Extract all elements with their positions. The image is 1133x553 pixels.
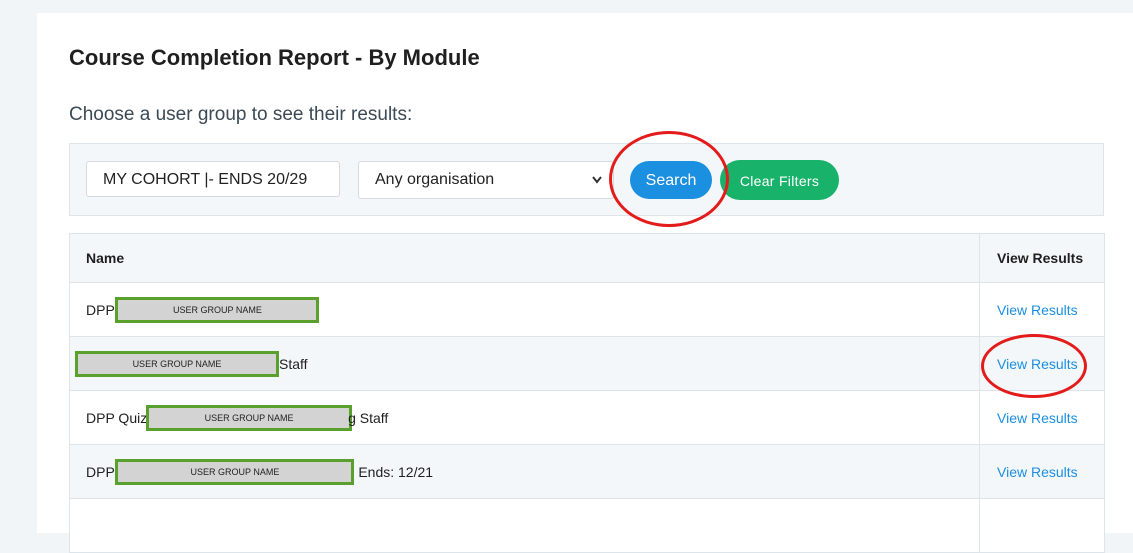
row-name-cell: DPP Quiz USER GROUP NAME g Staff — [86, 391, 388, 444]
table-header-row: Name View Results — [70, 234, 1104, 283]
table-row: DPP Quiz USER GROUP NAME g Staff View Re… — [70, 391, 1104, 445]
table-row: DPP USER GROUP NAME View Results — [70, 283, 1104, 337]
redaction-box: USER GROUP NAME — [115, 458, 355, 485]
row-name-suffix: Staff — [279, 355, 308, 372]
column-header-name: Name — [86, 250, 125, 266]
view-results-cell: View Results — [979, 337, 1104, 390]
results-table: Name View Results DPP USER GROUP NAME Vi… — [69, 233, 1105, 553]
search-button[interactable]: Search — [630, 161, 712, 199]
redaction-box: USER GROUP NAME — [75, 350, 279, 377]
view-results-link[interactable]: View Results — [997, 356, 1078, 372]
organisation-select[interactable]: Any organisation — [358, 161, 614, 199]
redaction-box: USER GROUP NAME — [115, 296, 320, 323]
view-results-link[interactable]: View Results — [997, 302, 1078, 318]
view-results-cell: View Results — [979, 445, 1104, 498]
organisation-select-value: Any organisation — [375, 171, 495, 188]
table-row — [70, 499, 1104, 553]
row-name-prefix: DPP Quiz — [86, 409, 152, 426]
row-name-prefix: DPP — [86, 463, 119, 480]
row-name-cell: USER GROUP NAME Staff — [75, 337, 308, 390]
view-results-link[interactable]: View Results — [997, 464, 1078, 480]
row-name-cell: DPP USER GROUP NAME Ends: 12/21 — [86, 445, 433, 498]
row-name-suffix: Ends: 12/21 — [354, 463, 434, 480]
view-results-link[interactable]: View Results — [997, 410, 1078, 426]
page-title: Course Completion Report - By Module — [69, 45, 480, 70]
page-subtitle: Choose a user group to see their results… — [69, 104, 413, 125]
table-row: USER GROUP NAME Staff View Results — [70, 337, 1104, 391]
row-name-prefix: DPP — [86, 301, 119, 318]
chevron-down-icon — [591, 162, 603, 212]
row-name-suffix: g Staff — [348, 409, 389, 426]
user-group-input[interactable]: MY COHORT |- ENDS 20/29 — [86, 161, 340, 197]
column-header-view-results: View Results — [979, 234, 1104, 282]
view-results-cell: View Results — [979, 391, 1104, 444]
redaction-box: USER GROUP NAME — [146, 404, 353, 431]
view-results-cell: View Results — [979, 283, 1104, 336]
clear-filters-button[interactable]: Clear Filters — [720, 160, 839, 200]
table-row: DPP USER GROUP NAME Ends: 12/21 View Res… — [70, 445, 1104, 499]
view-results-cell — [979, 499, 1104, 552]
row-name-cell: DPP USER GROUP NAME — [86, 283, 320, 336]
